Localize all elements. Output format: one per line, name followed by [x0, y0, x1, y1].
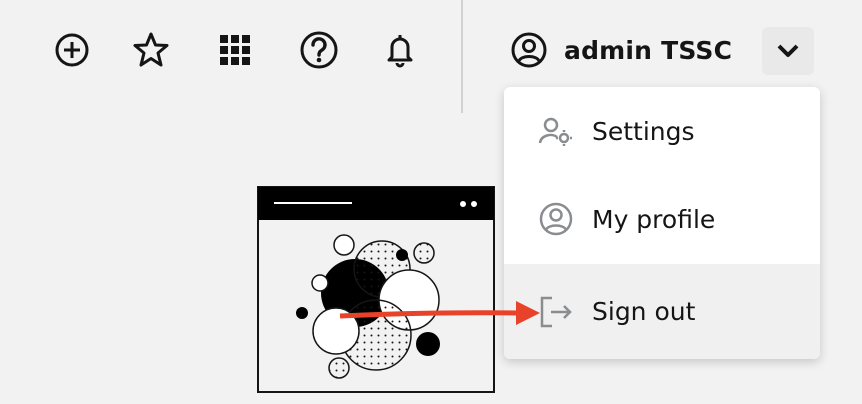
user-menu-toggle[interactable]: admin TSSC [510, 28, 732, 72]
user-name: admin TSSC [564, 35, 733, 65]
user-dropdown-menu: Settings My profile Sign out [504, 87, 820, 359]
user-circle-icon [511, 32, 547, 68]
grid-icon [220, 35, 250, 65]
add-button[interactable] [52, 30, 92, 70]
menu-item-label: My profile [592, 204, 716, 234]
sign-out-icon [540, 296, 572, 328]
menu-item-label: Sign out [592, 297, 696, 326]
menu-item-label: Settings [592, 116, 695, 146]
user-dropdown-toggle[interactable] [762, 27, 814, 75]
help-button[interactable] [299, 30, 339, 70]
help-icon [300, 31, 338, 69]
menu-item-my-profile[interactable]: My profile [504, 175, 820, 263]
empty-state-illustration [257, 186, 495, 393]
menu-item-settings[interactable]: Settings [504, 87, 820, 175]
notifications-button[interactable] [380, 30, 420, 70]
favorites-button[interactable] [131, 30, 171, 70]
app-launcher-button[interactable] [215, 30, 255, 70]
chevron-down-icon [777, 44, 799, 57]
star-icon [133, 32, 169, 67]
bell-icon [387, 35, 413, 68]
menu-item-sign-out[interactable]: Sign out [504, 264, 820, 359]
toolbar-divider [461, 0, 463, 113]
user-gear-icon [538, 117, 572, 146]
user-circle-icon [539, 202, 573, 236]
plus-circle-icon [55, 33, 89, 67]
